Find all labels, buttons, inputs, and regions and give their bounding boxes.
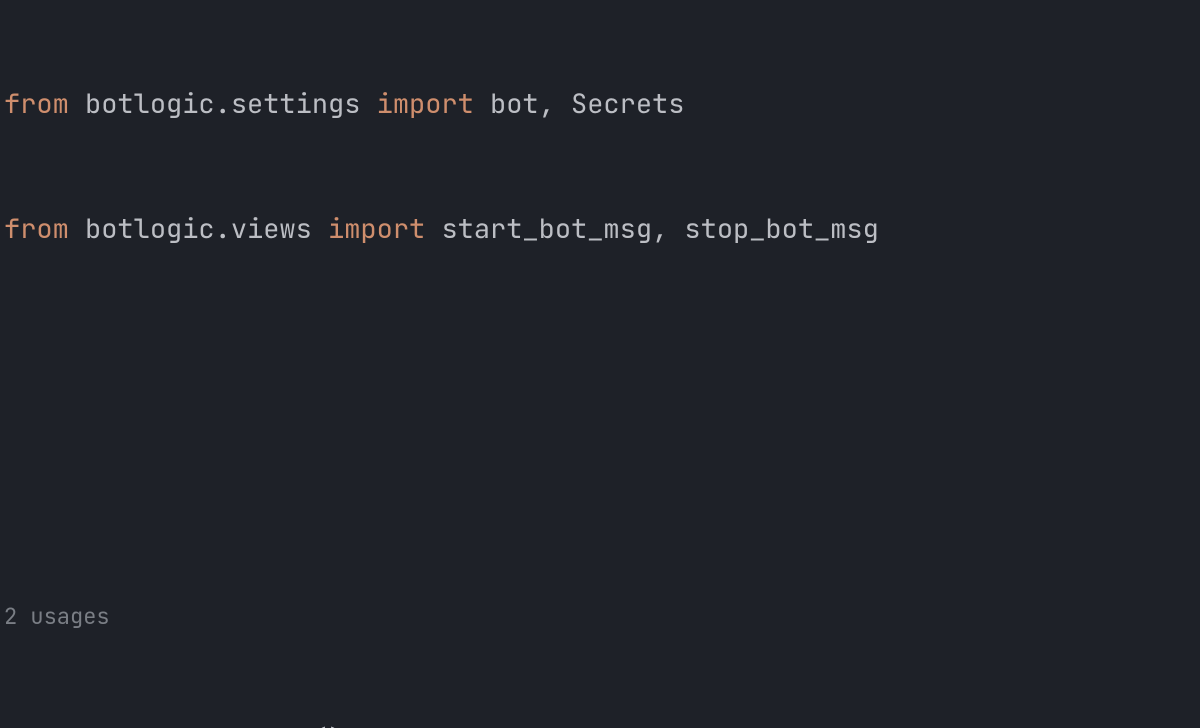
code-line-import-2: from botlogic.views import start_bot_msg… (0, 209, 1200, 251)
imported-names: bot, Secrets (490, 86, 684, 122)
signature: (): (312, 722, 361, 728)
module-path: botlogic.views (85, 211, 312, 247)
keyword-async: async (4, 722, 85, 728)
keyword-import: import (377, 86, 474, 122)
code-line-def-start-bot: async def start_bot(): (0, 720, 1200, 728)
imported-names: start_bot_msg, stop_bot_msg (441, 211, 878, 247)
function-name: start_bot (166, 722, 312, 728)
keyword-from: from (4, 211, 69, 247)
keyword-def: def (101, 722, 150, 728)
blank-line (0, 460, 1200, 502)
usages-hint[interactable]: 2 usages (0, 586, 1200, 636)
keyword-import: import (328, 211, 425, 247)
keyword-from: from (4, 86, 69, 122)
code-editor[interactable]: from botlogic.settings import bot, Secre… (0, 0, 1200, 728)
blank-line (0, 335, 1200, 377)
module-path: botlogic.settings (85, 86, 360, 122)
code-line-import-1: from botlogic.settings import bot, Secre… (0, 84, 1200, 126)
